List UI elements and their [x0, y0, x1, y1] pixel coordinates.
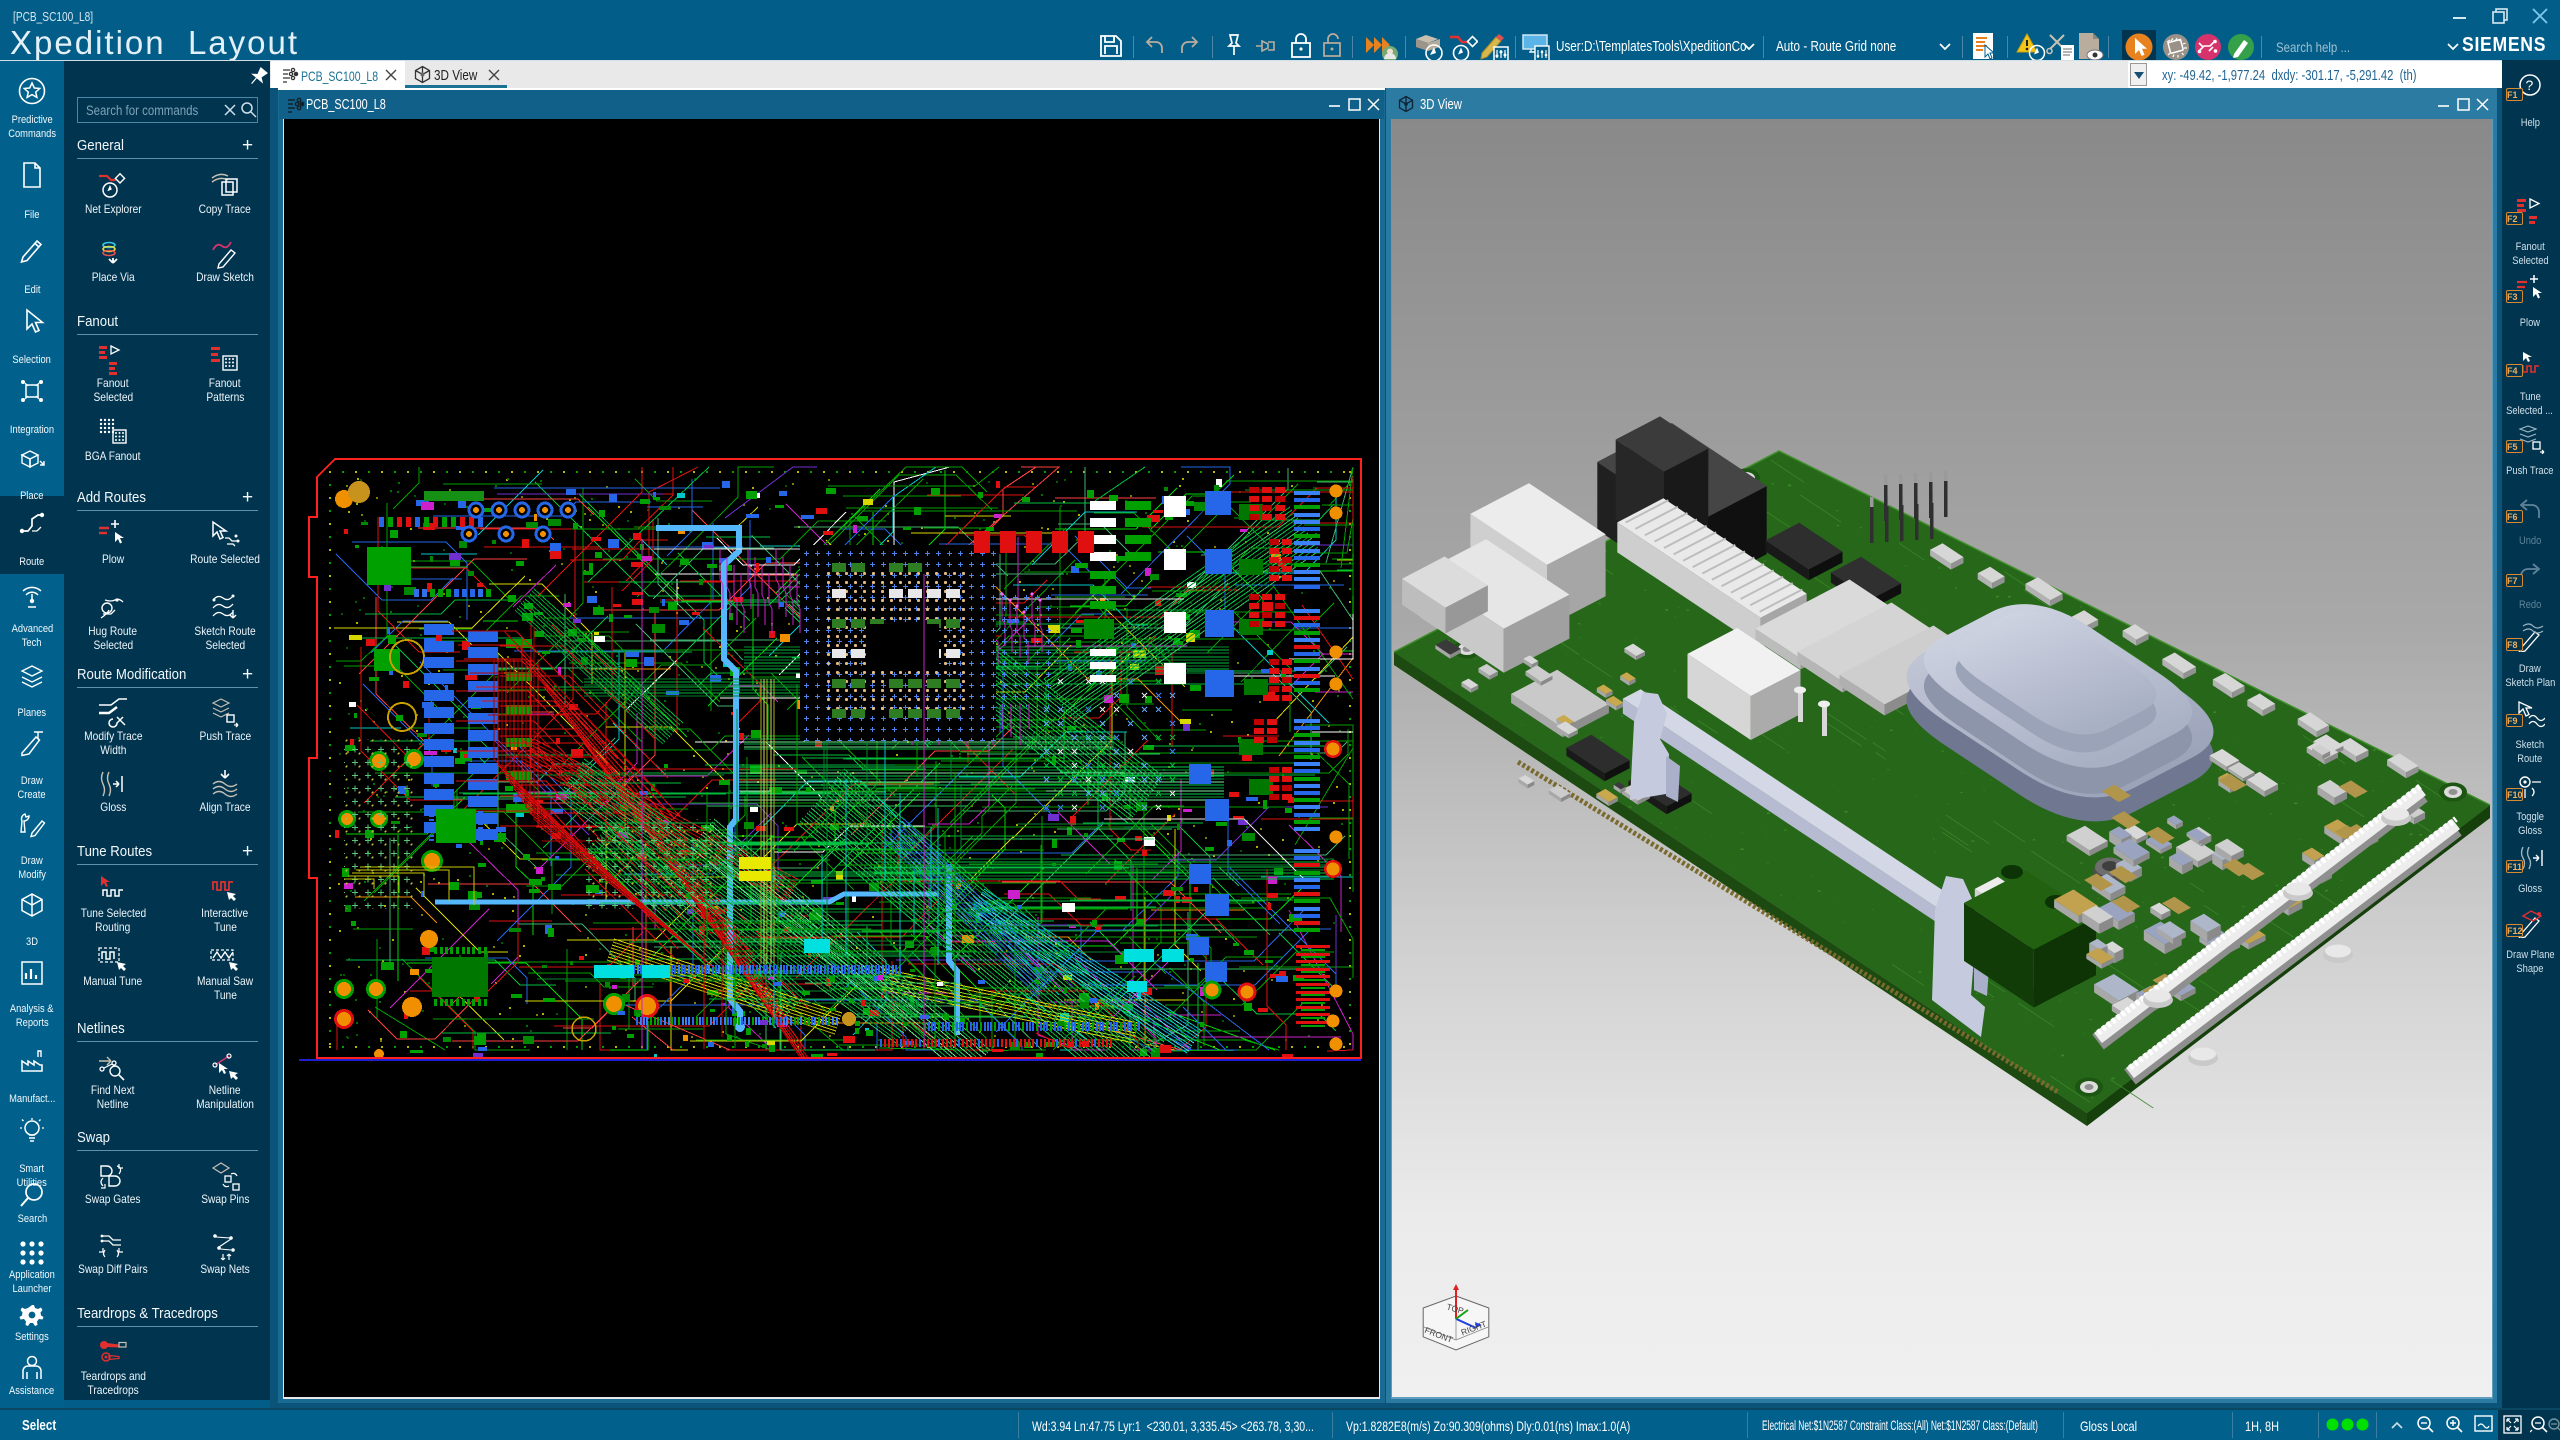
svg-text:?: ? [2526, 77, 2534, 93]
